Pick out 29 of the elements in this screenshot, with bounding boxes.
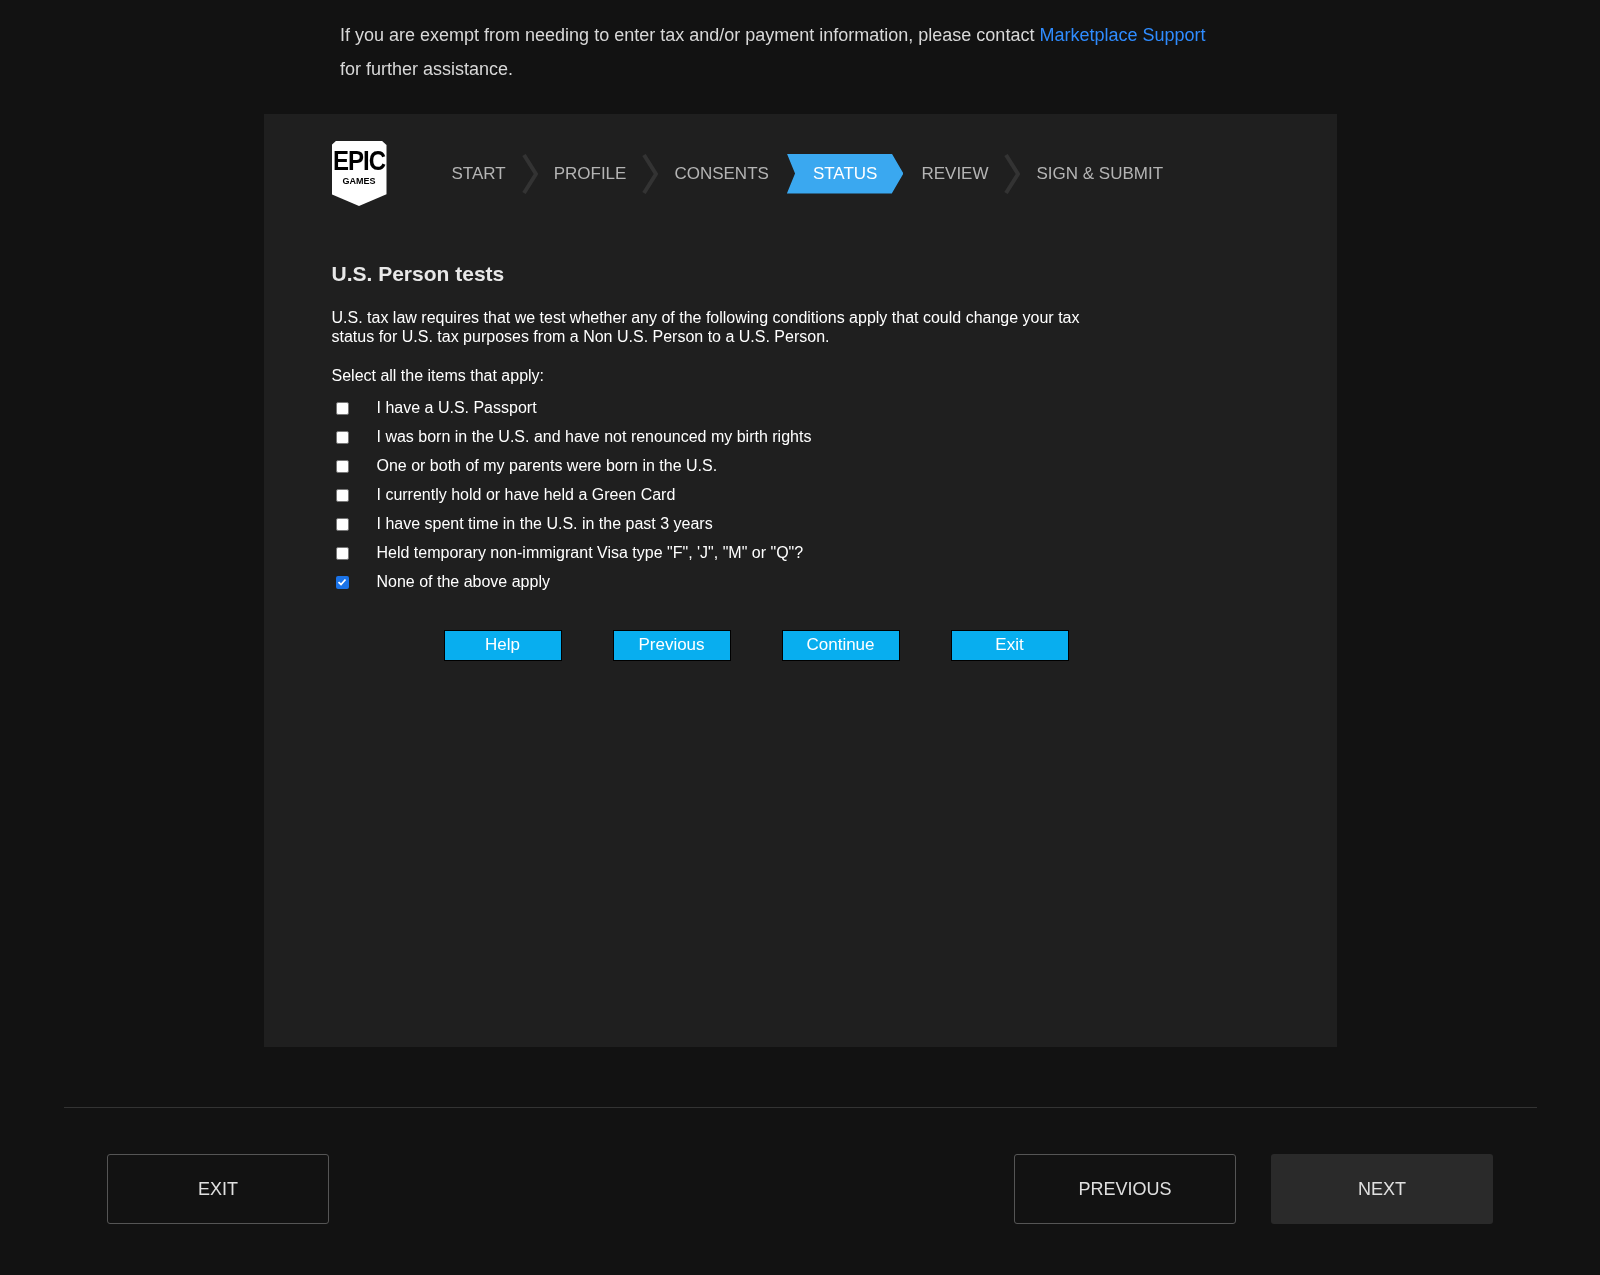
logo-text: GAMES: [342, 175, 376, 187]
checkbox[interactable]: [335, 488, 349, 502]
option-label: I currently hold or have held a Green Card: [376, 485, 676, 505]
option-label: One or both of my parents were born in the U.S.: [376, 456, 718, 476]
support-link[interactable]: Marketplace Support: [1039, 25, 1206, 45]
notice-text: If you are exempt from needing to enter tax and/or payment information, please contact Marketplace Support for further assistance.: [340, 24, 1207, 81]
checkbox[interactable]: [335, 517, 349, 531]
logo-text: EPIC: [333, 144, 385, 178]
step-tab[interactable]: PROFILE: [543, 153, 637, 194]
option-label: I have a U.S. Passport: [376, 398, 537, 418]
option-label: None of the above apply: [376, 572, 550, 592]
step-tab[interactable]: CONSENTS: [664, 153, 779, 194]
step-tab[interactable]: REVIEW: [911, 153, 999, 194]
option-label: I was born in the U.S. and have not renounced my birth rights: [376, 427, 812, 447]
step-tab[interactable]: START: [441, 153, 516, 194]
step-tab[interactable]: SIGN & SUBMIT: [1026, 153, 1174, 194]
exit-button[interactable]: EXIT: [107, 1154, 329, 1224]
previous-button[interactable]: PREVIOUS: [1014, 1154, 1236, 1224]
checkbox[interactable]: [335, 575, 349, 589]
checkbox[interactable]: [335, 430, 349, 444]
prompt-text: Select all the items that apply:: [331, 365, 546, 386]
checkbox[interactable]: [335, 546, 349, 560]
checkbox[interactable]: [335, 401, 349, 415]
option-label: Held temporary non-immigrant Visa type "F", 'J", "M" or "Q"?: [376, 543, 804, 563]
checkbox[interactable]: [335, 459, 349, 473]
description-text: U.S. tax law requires that we test whether any of the following conditions apply that could change your tax status for U.S. tax purposes from a Non U.S. Person to a U.S. Person.: [331, 307, 1081, 346]
section-heading: U.S. Person tests: [331, 261, 506, 287]
next-button[interactable]: NEXT: [1271, 1154, 1493, 1224]
option-label: I have spent time in the U.S. in the past 3 years: [376, 514, 713, 534]
